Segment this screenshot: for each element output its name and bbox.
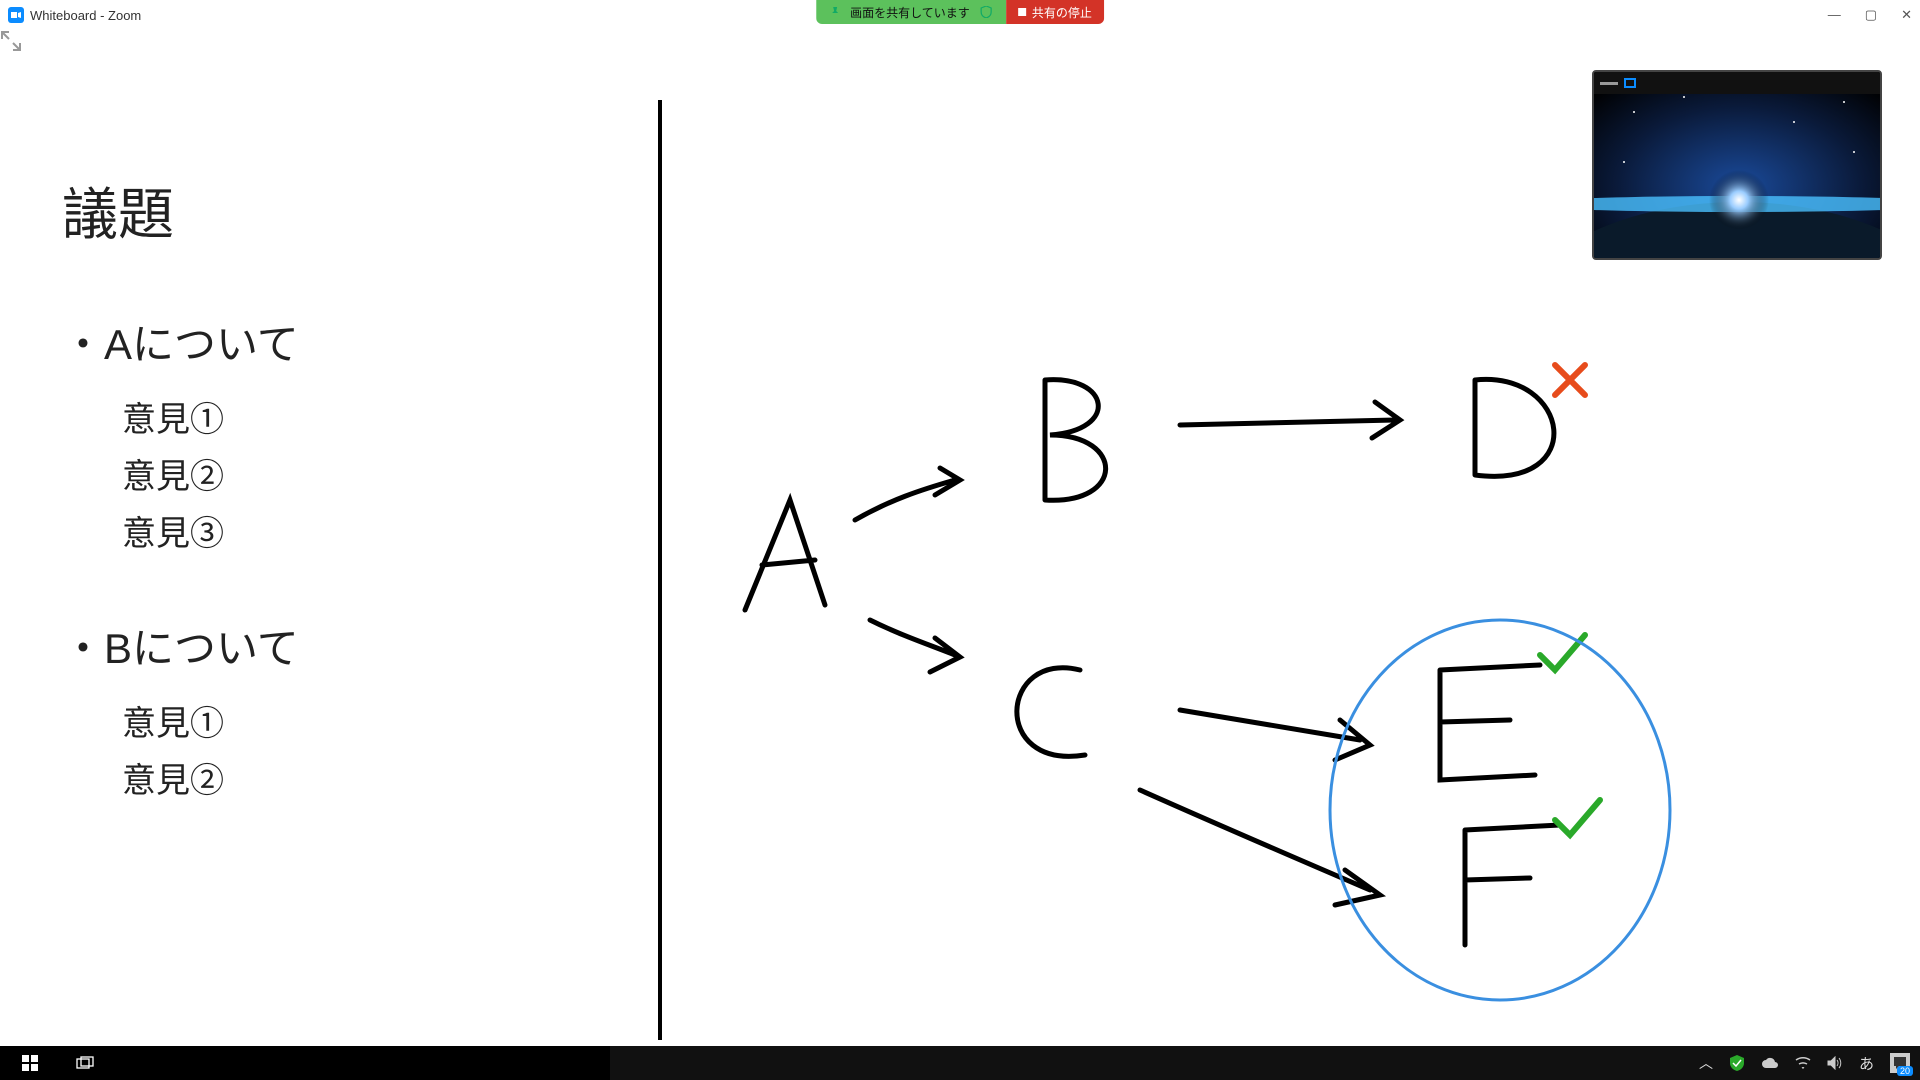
stop-share-label: 共有の停止 [1032,4,1092,21]
share-status-bar: 画面を共有しています 共有の停止 [816,0,1104,24]
expand-icon[interactable] [0,30,22,52]
share-status-text: 画面を共有しています [850,4,970,21]
stop-icon [1018,8,1026,16]
taskbar-app-area [110,1046,610,1080]
stop-share-button[interactable]: 共有の停止 [1006,0,1104,24]
drawn-letter-b [1045,380,1106,501]
windows-taskbar: ︿ あ 20 [0,1046,1920,1080]
shield-icon [980,6,992,18]
stamp-check-icon [1555,800,1600,835]
ime-indicator[interactable]: あ [1859,1053,1874,1074]
drawn-circle [1330,620,1670,1000]
drawn-arrow [1180,402,1400,438]
minimize-self-view-icon[interactable] [1600,82,1618,85]
security-shield-icon[interactable] [1729,1055,1745,1071]
onedrive-cloud-icon[interactable] [1761,1057,1779,1069]
drawn-letter-d [1475,379,1554,476]
window-minimize-button[interactable]: — [1828,7,1841,23]
wifi-icon[interactable] [1795,1056,1811,1070]
system-tray: ︿ あ 20 [1699,1053,1920,1074]
earth-thumbnail-image [1594,72,1882,260]
pin-icon [830,7,840,17]
volume-icon[interactable] [1827,1056,1843,1070]
window-close-button[interactable]: ✕ [1901,7,1912,23]
self-view-video[interactable] [1592,70,1882,260]
self-view-controls [1594,72,1880,94]
notification-badge: 20 [1897,1066,1913,1076]
layout-self-view-icon[interactable] [1624,78,1636,88]
tray-chevron-icon[interactable]: ︿ [1699,1053,1713,1073]
task-view-button[interactable] [60,1046,110,1080]
share-status[interactable]: 画面を共有しています [816,0,1006,24]
stamp-x-icon [1555,365,1585,395]
drawn-arrow [1180,710,1370,760]
drawn-arrow [855,468,960,520]
action-center-icon[interactable]: 20 [1890,1053,1910,1073]
drawn-letter-a [745,500,825,610]
window-title: Whiteboard - Zoom [30,8,141,23]
drawn-letter-e [1440,665,1540,780]
drawn-letter-c [1017,668,1085,757]
window-maximize-button[interactable]: ▢ [1865,7,1877,23]
drawn-letter-f [1465,825,1560,945]
zoom-logo-icon [8,7,24,23]
drawn-arrow [870,620,960,672]
start-button[interactable] [0,1046,60,1080]
